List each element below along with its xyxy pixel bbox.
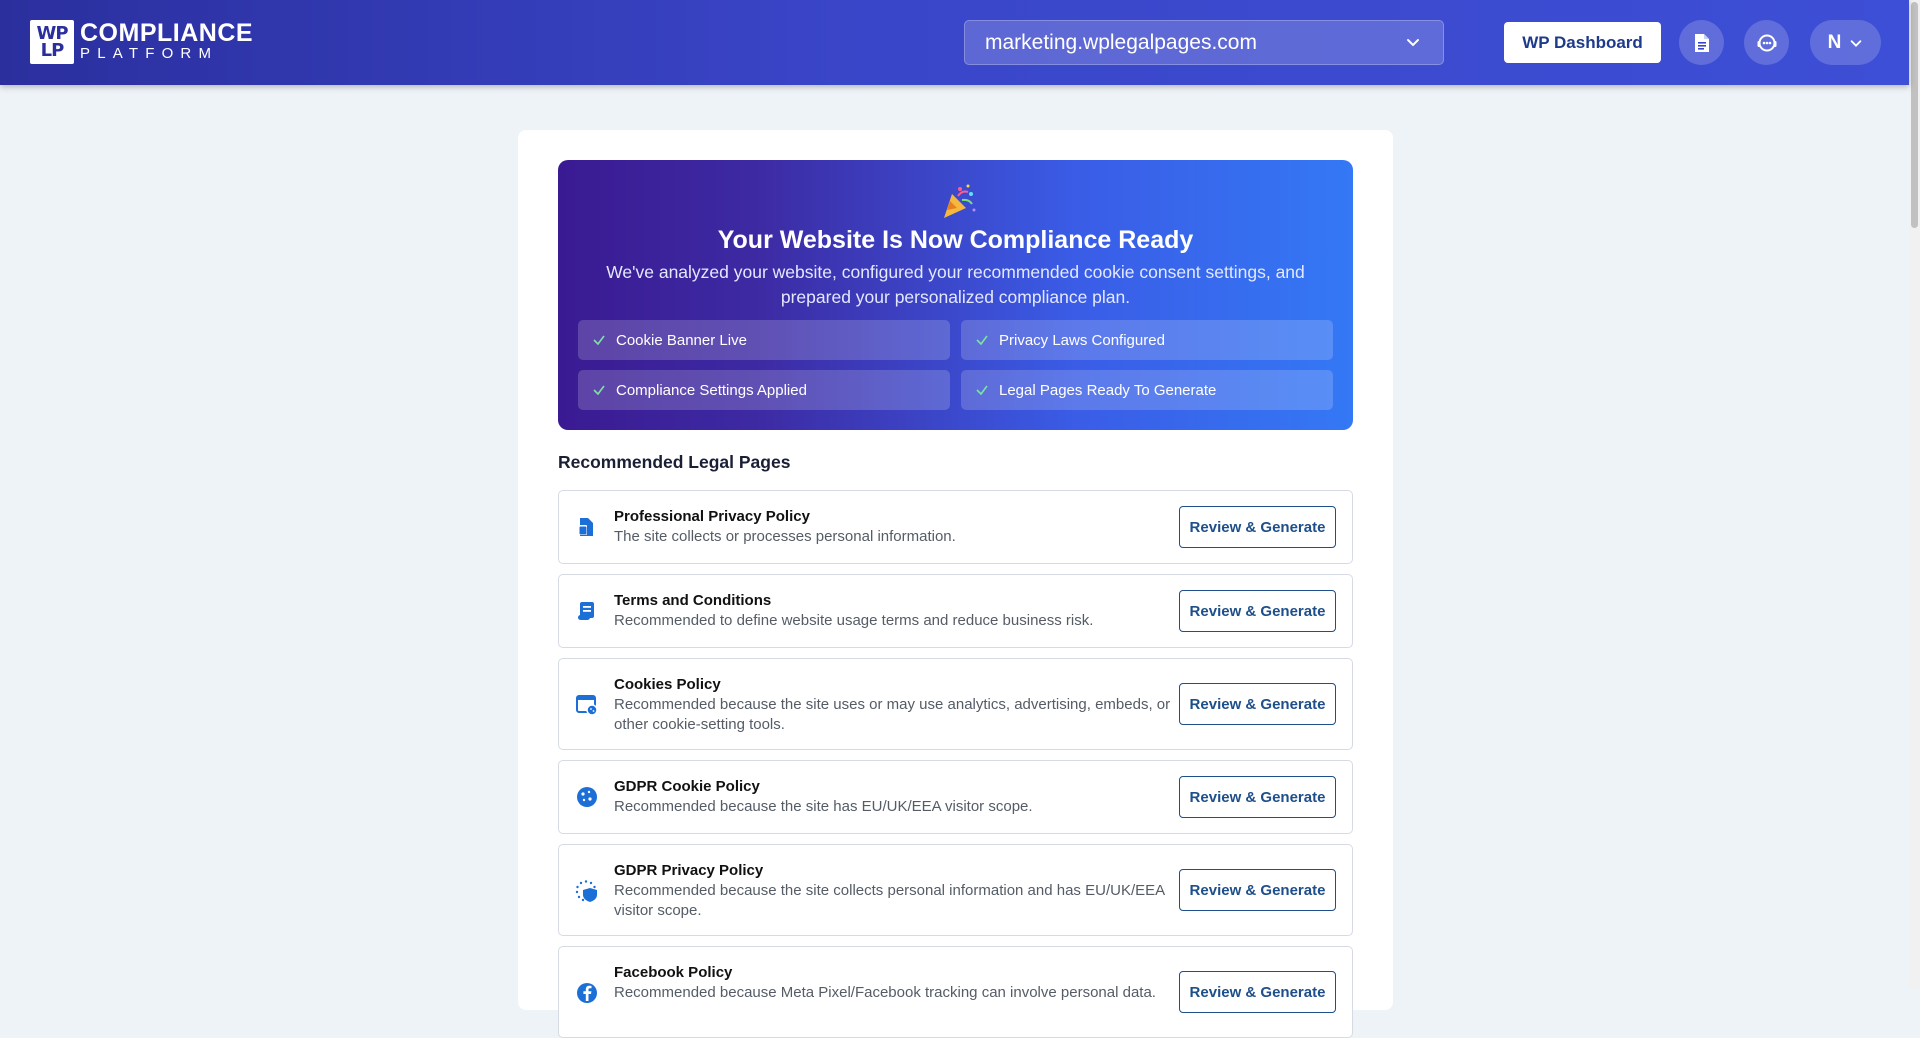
legal-page-item: GDPR Cookie Policy Recommended because t…: [558, 760, 1353, 834]
site-selector-value: marketing.wplegalpages.com: [985, 30, 1257, 54]
review-generate-button[interactable]: Review & Generate: [1179, 506, 1336, 548]
documents-button[interactable]: [1679, 20, 1724, 65]
user-initial: N: [1827, 31, 1842, 53]
item-name: Cookies Policy: [614, 676, 721, 693]
document-stack-icon: [578, 518, 593, 536]
item-name: Professional Privacy Policy: [614, 508, 810, 525]
document-icon: [1694, 33, 1709, 52]
item-description: Recommended because Meta Pixel/Facebook …: [614, 984, 1156, 1001]
status-pill: Cookie Banner Live: [578, 320, 950, 360]
check-icon: [593, 335, 605, 346]
facebook-icon: [577, 983, 597, 1003]
top-bar: WP LP COMPLIANCE PLATFORM marketing.wple…: [0, 0, 1909, 85]
item-description: The site collects or processes personal …: [614, 528, 956, 545]
logo-mark: WP LP: [30, 20, 74, 64]
item-name: Terms and Conditions: [614, 592, 772, 609]
scrollbar-thumb[interactable]: [1911, 2, 1918, 228]
logo-text: COMPLIANCE PLATFORM: [80, 21, 253, 63]
support-button[interactable]: [1744, 20, 1789, 65]
logo-line-2: PLATFORM: [80, 45, 219, 62]
legal-page-item: Facebook Policy Recommended because Meta…: [558, 946, 1353, 1038]
banner-title: Your Website Is Now Compliance Ready: [717, 226, 1194, 254]
logo-line-1: COMPLIANCE: [80, 19, 254, 47]
scroll-icon: [578, 602, 594, 620]
check-icon: [976, 335, 988, 346]
legal-page-item: Cookies Policy Recommended because the s…: [558, 658, 1353, 750]
review-generate-button[interactable]: Review & Generate: [1179, 971, 1336, 1013]
review-generate-button[interactable]: Review & Generate: [1179, 869, 1336, 911]
chevron-down-icon: [1407, 39, 1419, 47]
check-icon: [976, 385, 988, 396]
check-icon: [593, 385, 605, 396]
section-title: Recommended Legal Pages: [558, 452, 791, 472]
status-pill: Privacy Laws Configured: [961, 320, 1333, 360]
review-generate-button[interactable]: Review & Generate: [1179, 683, 1336, 725]
browser-cookie-icon: [576, 695, 598, 716]
support-chat-icon: [1757, 34, 1776, 51]
chevron-down-icon: [1851, 39, 1862, 47]
compliance-ready-banner: Your Website Is Now Compliance Ready We'…: [558, 160, 1353, 430]
review-generate-button[interactable]: Review & Generate: [1179, 776, 1336, 818]
logo[interactable]: WP LP COMPLIANCE PLATFORM: [30, 20, 253, 64]
legal-page-item: Terms and Conditions Recommended to defi…: [558, 574, 1353, 648]
legal-page-item: Professional Privacy Policy The site col…: [558, 490, 1353, 564]
item-name: Facebook Policy: [614, 964, 733, 981]
item-description: Recommended because the site has EU/UK/E…: [614, 798, 1033, 815]
item-name: GDPR Cookie Policy: [614, 778, 760, 795]
eu-shield-icon: [575, 880, 597, 902]
item-description: Recommended because the site collects pe…: [614, 882, 1165, 919]
status-pill: Legal Pages Ready To Generate: [961, 370, 1333, 410]
banner-subtitle: We've analyzed your website, configured …: [606, 262, 1305, 307]
wp-dashboard-button[interactable]: WP Dashboard: [1504, 22, 1661, 63]
legal-page-item: GDPR Privacy Policy Recommended because …: [558, 844, 1353, 936]
review-generate-button[interactable]: Review & Generate: [1179, 590, 1336, 632]
main-card: Your Website Is Now Compliance Ready We'…: [518, 130, 1393, 1038]
item-description: Recommended because the site uses or may…: [614, 696, 1171, 733]
item-name: GDPR Privacy Policy: [614, 862, 764, 879]
cookie-icon: [577, 787, 597, 807]
party-popper-icon: [944, 184, 976, 218]
user-menu[interactable]: N: [1810, 20, 1881, 65]
item-description: Recommended to define website usage term…: [614, 612, 1094, 629]
page-scrollbar[interactable]: [1909, 0, 1920, 989]
status-pill: Compliance Settings Applied: [578, 370, 950, 410]
site-selector[interactable]: marketing.wplegalpages.com: [964, 20, 1444, 65]
